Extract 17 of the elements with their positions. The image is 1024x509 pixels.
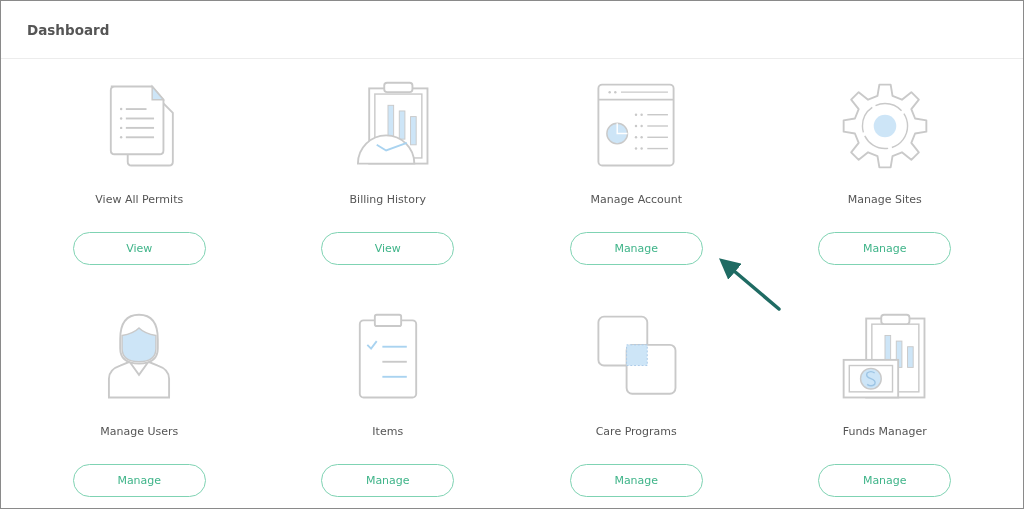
manage-button[interactable]: Manage: [818, 232, 952, 265]
tile-label: View All Permits: [95, 192, 184, 208]
manage-button[interactable]: Manage: [569, 464, 703, 497]
tile-label: Items: [372, 424, 404, 440]
manage-button[interactable]: Manage: [321, 464, 455, 497]
tile-label: Funds Manager: [842, 424, 927, 440]
manage-button[interactable]: Manage: [818, 464, 952, 497]
tile-label: Manage Account: [590, 192, 683, 208]
view-button[interactable]: View: [321, 232, 455, 265]
tile-label: Care Programs: [595, 424, 677, 440]
tile-label: Manage Sites: [847, 192, 922, 208]
manage-button[interactable]: Manage: [569, 232, 703, 265]
manage-button[interactable]: Manage: [72, 464, 206, 497]
view-button[interactable]: View: [72, 232, 206, 265]
page-title: Dashboard: [27, 21, 110, 38]
tile-label: Billing History: [349, 192, 426, 208]
tile-label: Manage Users: [100, 424, 179, 440]
